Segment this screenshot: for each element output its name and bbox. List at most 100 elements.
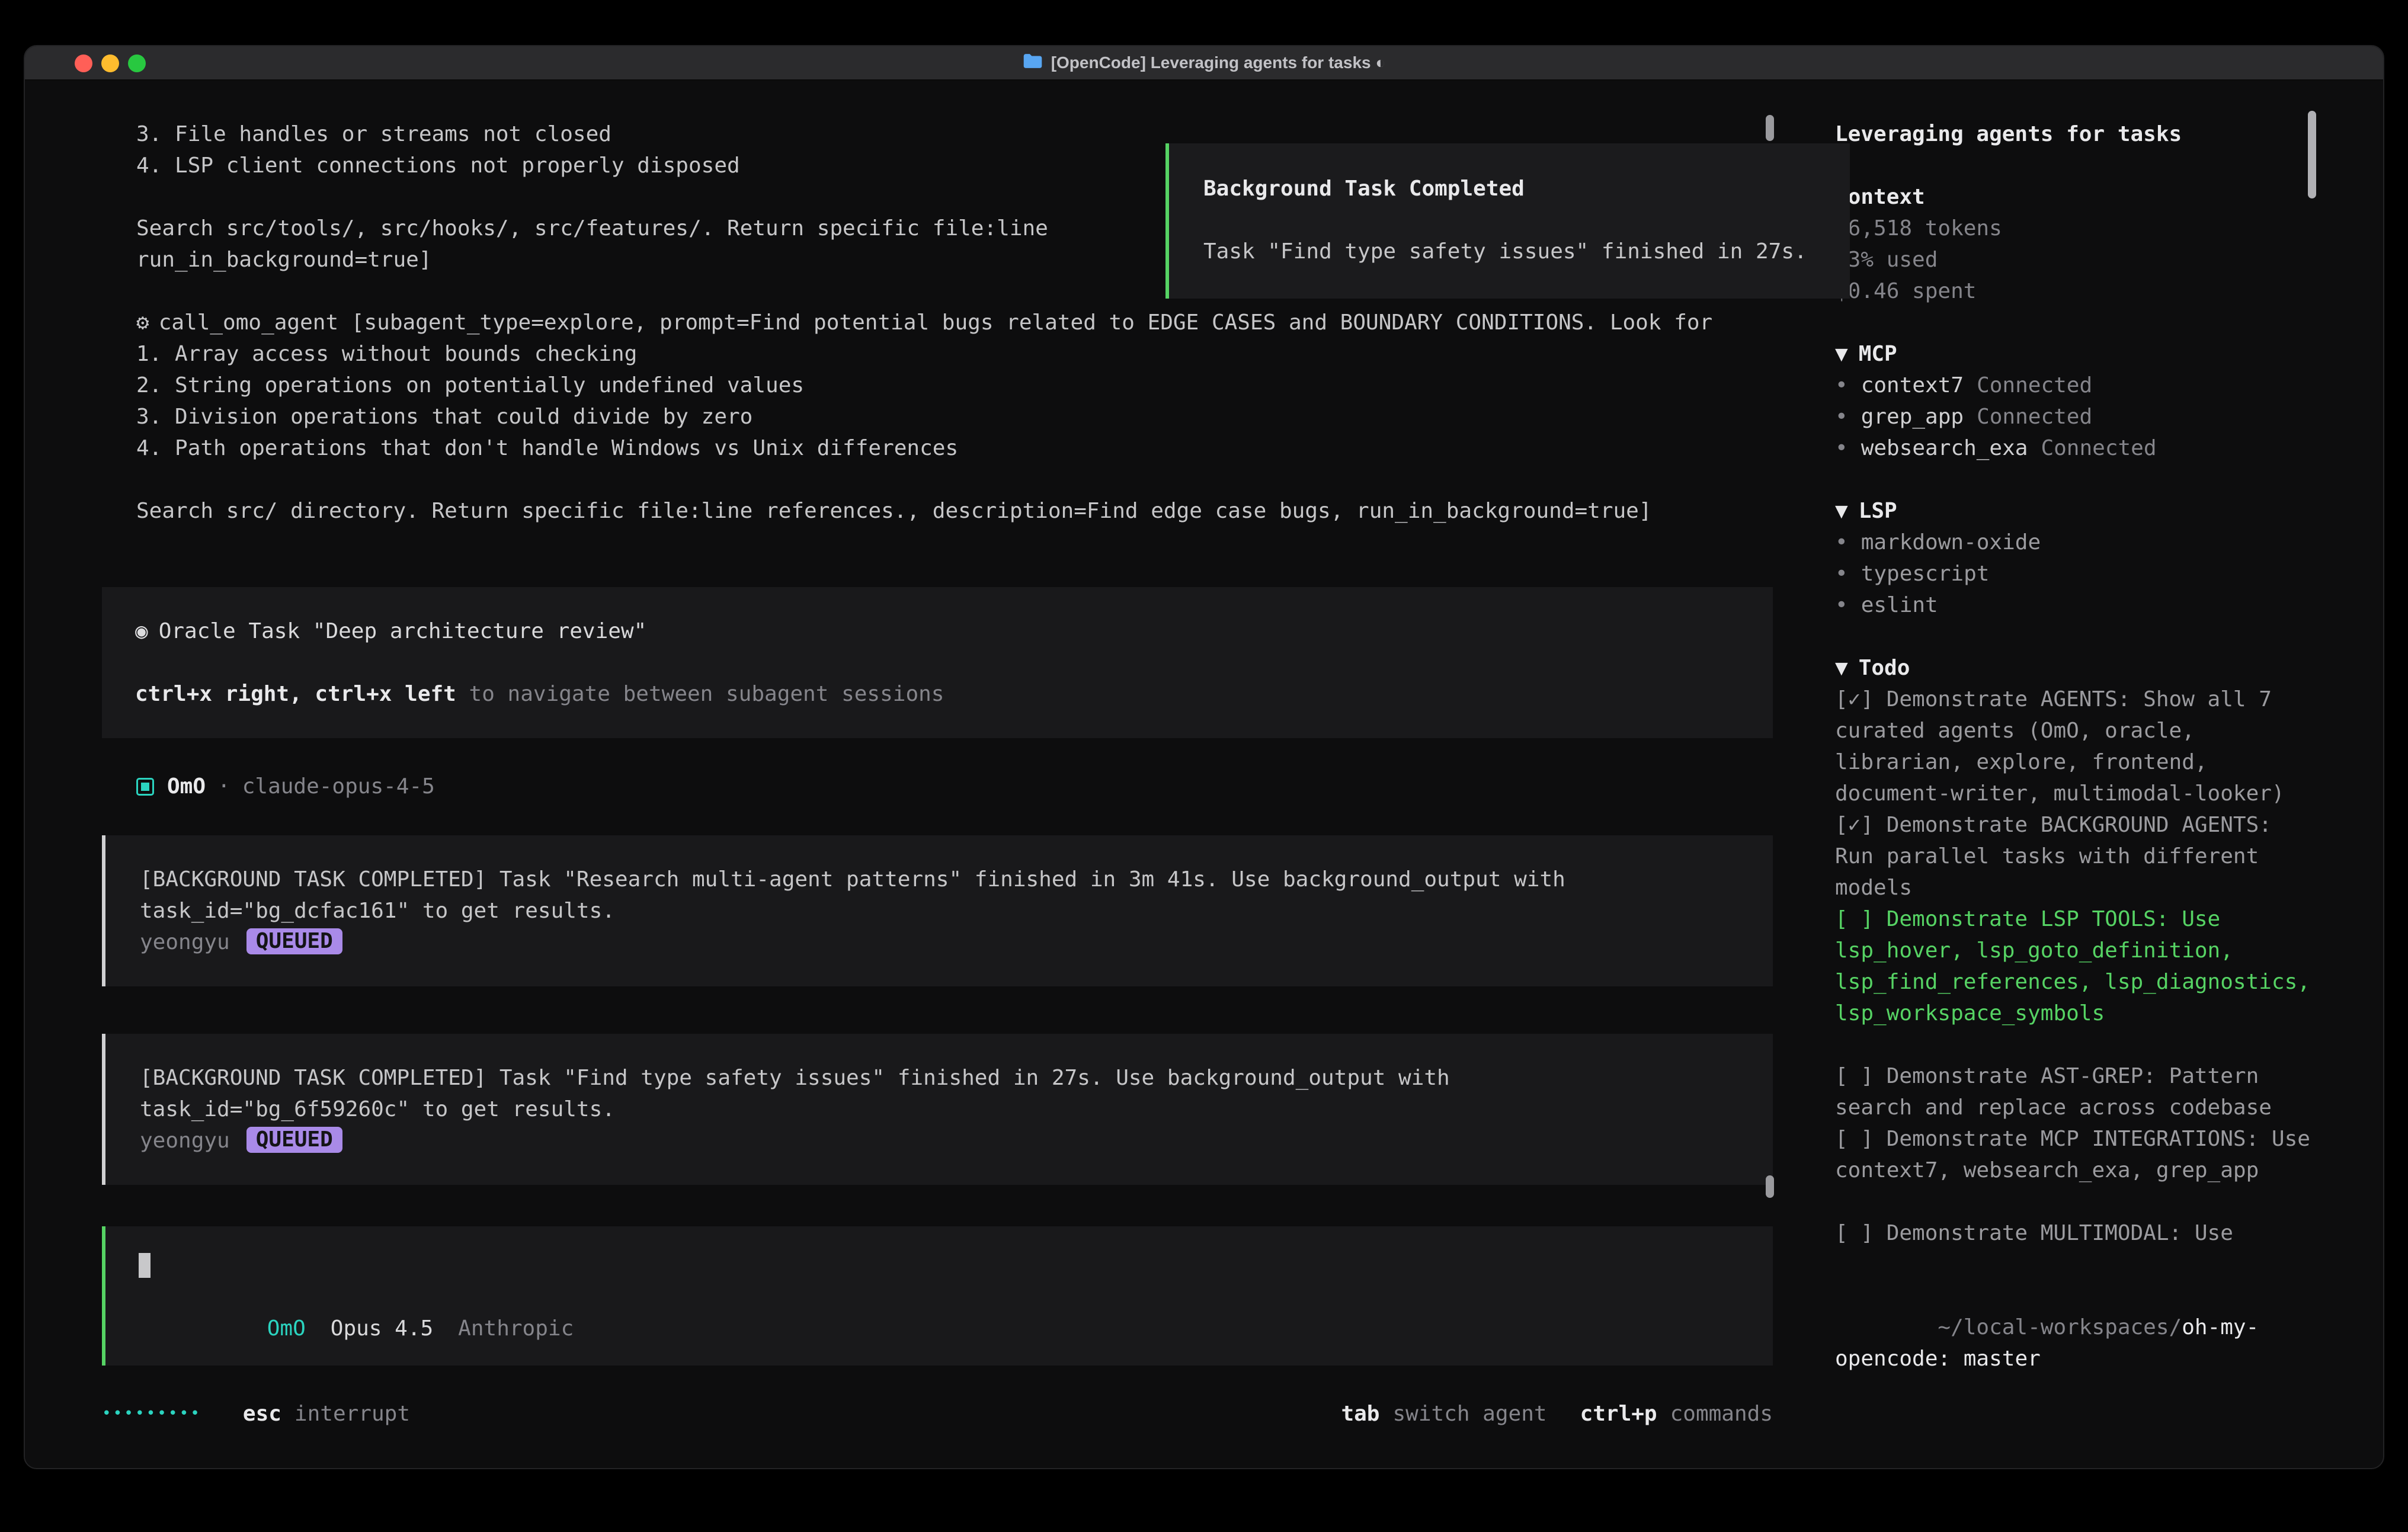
spinner-dots-icon: ••••••••• bbox=[102, 1398, 201, 1430]
ctrlp-key-label: commands bbox=[1670, 1398, 1773, 1430]
oracle-hint-text: to navigate between subagent sessions bbox=[456, 682, 944, 706]
app-version-line: •OpenCode1.0.163 bbox=[1835, 1437, 2321, 1469]
prompt-input[interactable]: OmO Opus 4.5 Anthropic bbox=[102, 1226, 1773, 1366]
tab-key-hint: tab bbox=[1341, 1398, 1379, 1430]
sidebar-scrollbar-thumb[interactable] bbox=[2308, 111, 2316, 198]
gear-icon: ⚙ bbox=[136, 310, 149, 335]
todo-item-pending: [ ] Demonstrate MULTIMODAL: Use bbox=[1835, 1217, 2321, 1249]
lsp-section: ▼LSP •markdown-oxide •typescript •eslint bbox=[1835, 495, 2321, 621]
collapse-icon: ▼ bbox=[1835, 342, 1848, 366]
checkbox-fill bbox=[141, 783, 149, 791]
blank-line bbox=[135, 647, 1740, 678]
status-bar: ••••••••• esc interrupt tab switch agent… bbox=[102, 1398, 1773, 1430]
mcp-section: ▼MCP • context7 Connected • grep_app Connect… bbox=[1835, 338, 2321, 464]
esc-key-hint: esc bbox=[243, 1398, 281, 1430]
input-model-name: Opus 4.5 bbox=[331, 1316, 433, 1341]
input-provider-name: Anthropic bbox=[458, 1316, 574, 1341]
notification-body: Task "Find type safety issues" finished … bbox=[1203, 236, 1815, 267]
message-author: yeongyu bbox=[140, 930, 230, 954]
tab-key-label: switch agent bbox=[1392, 1398, 1546, 1430]
main-scrollbar-thumb-top[interactable] bbox=[1766, 115, 1774, 141]
workspace-branch: master bbox=[1951, 1347, 2041, 1371]
mcp-item: • context7 Connected bbox=[1835, 370, 2321, 401]
oracle-hint-keys: ctrl+x right, ctrl+x left bbox=[135, 682, 456, 706]
context-section: Context 66,518 tokens 33% used $0.46 spe… bbox=[1835, 181, 2321, 307]
record-icon: ◉ bbox=[135, 619, 148, 643]
lsp-header-label: LSP bbox=[1859, 499, 1897, 523]
close-button[interactable] bbox=[75, 55, 92, 72]
traffic-lights bbox=[75, 55, 146, 72]
mcp-item-name: websearch_exa bbox=[1861, 436, 2028, 460]
window-title: [OpenCode] Leveraging agents for tasks ◐ bbox=[1023, 53, 1386, 73]
background-task-message: [BACKGROUND TASK COMPLETED] Task "Find t… bbox=[102, 1034, 1773, 1185]
message-author: yeongyu bbox=[140, 1129, 230, 1153]
mcp-item-name: context7 bbox=[1861, 373, 1964, 398]
message-text-line: task_id="bg_6f59260c" to get results. bbox=[140, 1094, 1738, 1125]
status-badge: QUEUED bbox=[246, 928, 342, 954]
tool-call-line: 4. Path operations that don't handle Win… bbox=[136, 432, 1811, 464]
bullet-icon: • bbox=[1835, 593, 1848, 617]
lsp-item: • eslint bbox=[1835, 589, 2321, 621]
minimize-button[interactable] bbox=[101, 55, 119, 72]
todo-item-done: [✓] Demonstrate BACKGROUND AGENTS: Run p… bbox=[1835, 809, 2321, 903]
todo-item-pending: [ ] Demonstrate AST-GREP: Pattern search… bbox=[1835, 1060, 2321, 1123]
tool-call-line: 2. String operations on potentially unde… bbox=[136, 370, 1811, 401]
terminal-window: [OpenCode] Leveraging agents for tasks ◐… bbox=[24, 45, 2384, 1469]
agent-checkbox-icon bbox=[136, 778, 154, 796]
context-used: 33% used bbox=[1835, 244, 2321, 275]
message-meta-line: yeongyuQUEUED bbox=[140, 1125, 1738, 1156]
mcp-item-status: Connected bbox=[1977, 405, 2092, 429]
lsp-item-name: eslint bbox=[1861, 593, 1938, 617]
oracle-task-box: ◉Oracle Task "Deep architecture review" … bbox=[102, 587, 1773, 738]
mcp-item: •websearch_exaConnected bbox=[1835, 432, 2321, 464]
terminal-content: 3. File handles or streams not closed 4.… bbox=[25, 81, 2383, 1468]
collapse-icon: ▼ bbox=[1835, 656, 1848, 680]
lsp-item-name: typescript bbox=[1861, 562, 1990, 586]
tool-call-line: Search src/ directory. Return specific f… bbox=[136, 495, 1811, 527]
tool-call-text: call_omo_agent [subagent_type=explore, p… bbox=[159, 310, 1713, 335]
maximize-button[interactable] bbox=[128, 55, 146, 72]
todo-item-done: [✓] Demonstrate AGENTS: Show all 7 curat… bbox=[1835, 684, 2321, 809]
context-tokens: 66,518 tokens bbox=[1835, 213, 2321, 244]
bullet-icon: • bbox=[1835, 562, 1848, 586]
context-spent: $0.46 spent bbox=[1835, 275, 2321, 307]
lsp-item: • typescript bbox=[1835, 558, 2321, 589]
main-scrollbar-thumb-bottom[interactable] bbox=[1766, 1175, 1774, 1198]
todo-header: ▼ Todo bbox=[1835, 652, 2321, 684]
notification-title: Background Task Completed bbox=[1203, 173, 1815, 204]
background-task-notification: Background Task Completed Task "Find typ… bbox=[1165, 143, 1850, 299]
mcp-item-status: Connected bbox=[2041, 436, 2156, 460]
todo-item-pending: [ ] Demonstrate MCP INTEGRATIONS: Use co… bbox=[1835, 1123, 2321, 1186]
tool-call-line: 3. Division operations that could divide… bbox=[136, 401, 1811, 432]
lsp-item: •markdown-oxide bbox=[1835, 527, 2321, 558]
tool-call-line: 1. Array access without bounds checking bbox=[136, 338, 1811, 370]
blank-line bbox=[136, 464, 1811, 495]
message-text-line: task_id="bg_dcfac161" to get results. bbox=[140, 895, 1738, 927]
window-titlebar[interactable]: [OpenCode] Leveraging agents for tasks ◐ bbox=[25, 46, 2383, 81]
input-agent-name: OmO bbox=[267, 1316, 306, 1341]
oracle-task-title-line: ◉Oracle Task "Deep architecture review" bbox=[135, 616, 1740, 647]
context-header: Context bbox=[1835, 181, 2321, 213]
mcp-item: •grep_appConnected bbox=[1835, 401, 2321, 432]
status-bar-right: tab switch agent ctrl+p commands bbox=[1341, 1398, 1773, 1430]
mcp-item-status: Connected bbox=[1977, 373, 2092, 398]
message-meta-line: yeongyu QUEUED bbox=[140, 927, 1738, 958]
agent-header: OmO · claude-opus-4-5 bbox=[136, 771, 1811, 802]
tool-call-header: ⚙ call_omo_agent [subagent_type=explore, … bbox=[136, 307, 1811, 338]
agent-model: claude-opus-4-5 bbox=[242, 771, 435, 802]
ctrlp-key-hint: ctrl+p bbox=[1580, 1398, 1657, 1430]
todo-item-active: [ ] Demonstrate LSP TOOLS: Use lsp_hover… bbox=[1835, 903, 2321, 1029]
bullet-icon: • bbox=[1835, 530, 1848, 555]
mcp-item-name: grep_app bbox=[1861, 405, 1964, 429]
text-cursor-icon bbox=[139, 1253, 150, 1278]
todo-header-label: Todo bbox=[1859, 656, 1910, 680]
workspace-dir: ~/local-workspaces/ bbox=[1938, 1315, 2182, 1339]
oracle-hint-line: ctrl+x right, ctrl+x left to navigate be… bbox=[135, 678, 1740, 710]
bullet-icon: • bbox=[1835, 373, 1848, 398]
blank-line bbox=[1203, 204, 1815, 236]
esc-key-label: interrupt bbox=[294, 1398, 410, 1430]
mcp-header: ▼MCP bbox=[1835, 338, 2321, 370]
folder-icon bbox=[1023, 53, 1043, 73]
workspace-path: ~/local-workspaces/oh-my-opencode: maste… bbox=[1835, 1280, 2321, 1406]
agent-name: OmO bbox=[167, 771, 206, 802]
